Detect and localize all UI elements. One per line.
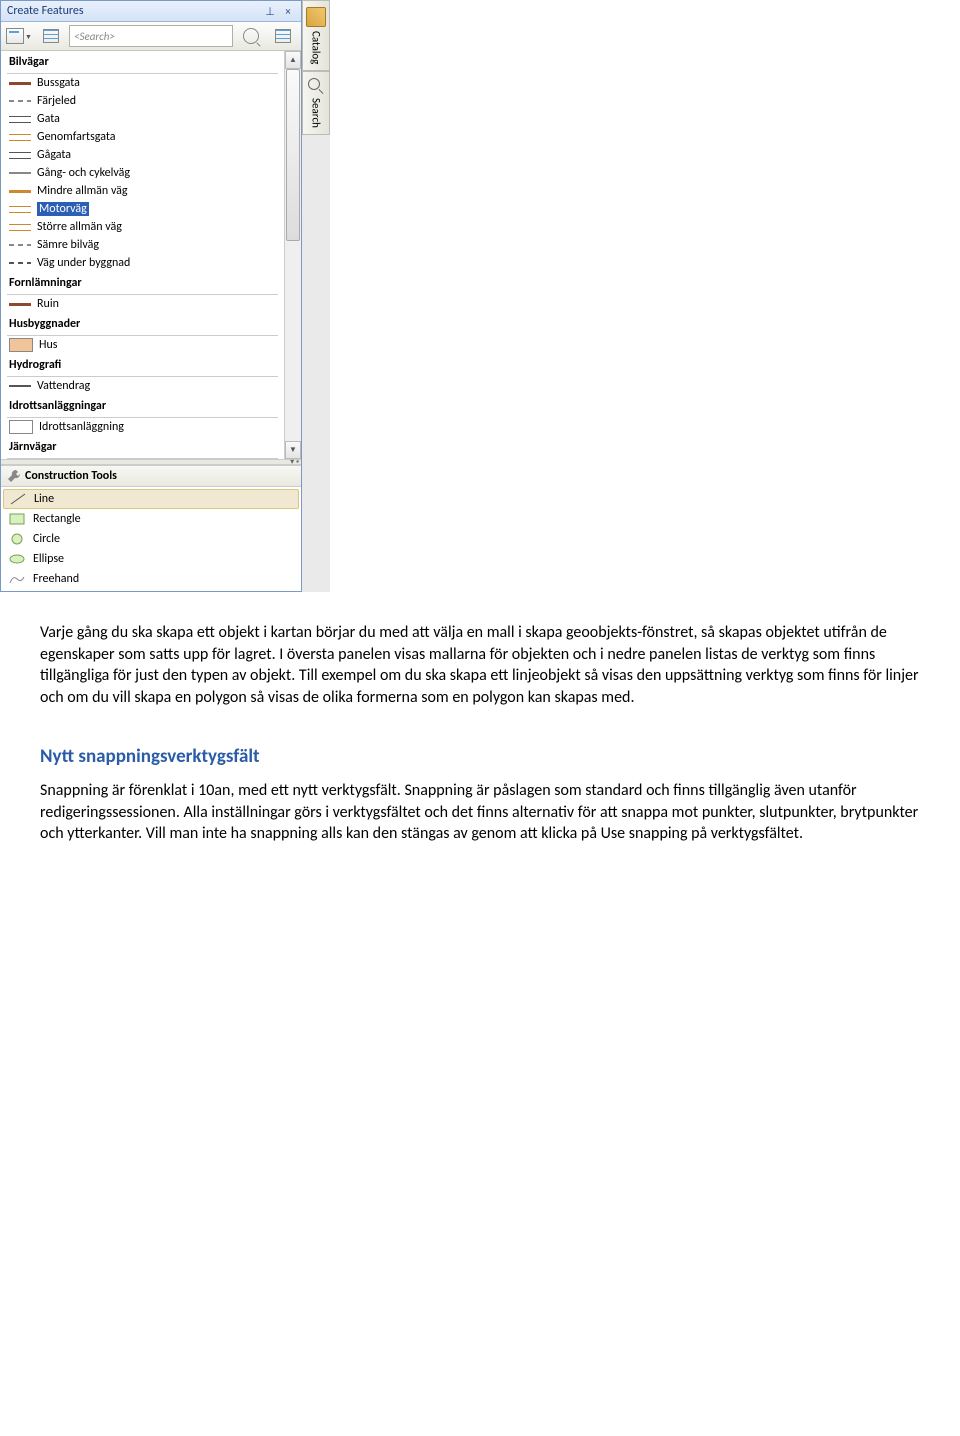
group-jarnvagar: Järnvägar xyxy=(1,436,284,458)
line-swatch-icon xyxy=(9,82,31,85)
line-swatch-icon xyxy=(9,206,31,213)
tool-rectangle[interactable]: Rectangle xyxy=(1,509,301,529)
line-swatch-icon xyxy=(9,116,31,123)
panel-titlebar: Create Features ⊥ × xyxy=(1,1,301,22)
template-item[interactable]: Större allmän väg xyxy=(1,218,284,236)
template-item-selected[interactable]: Motorväg xyxy=(1,200,284,218)
line-swatch-icon xyxy=(9,224,31,231)
line-swatch-icon xyxy=(9,100,31,102)
tab-search[interactable]: Search xyxy=(302,71,330,135)
template-item[interactable]: Gång- och cykelväg xyxy=(1,164,284,182)
scroll-up-button[interactable]: ▲ xyxy=(285,51,301,69)
template-item[interactable]: Ruin xyxy=(1,295,284,313)
template-list-content[interactable]: Bilvägar Bussgata Färjeled Gata Genomfar… xyxy=(1,51,284,459)
document-body: Varje gång du ska skapa ett objekt i kar… xyxy=(0,592,960,875)
scrollbar[interactable]: ▲ ▼ xyxy=(284,51,301,459)
template-item[interactable]: Färjeled xyxy=(1,92,284,110)
tool-circle[interactable]: Circle xyxy=(1,529,301,549)
tool-ellipse[interactable]: Ellipse xyxy=(1,549,301,569)
templates-filter-button[interactable]: ▼ xyxy=(5,24,33,48)
tool-freehand[interactable]: Freehand xyxy=(1,569,301,589)
line-tool-icon xyxy=(10,493,26,505)
line-swatch-icon xyxy=(9,152,31,159)
group-fornlamningar: Fornlämningar xyxy=(1,272,284,294)
construction-tools-label: Construction Tools xyxy=(25,469,117,483)
template-item[interactable]: Sämre bilväg xyxy=(1,236,284,254)
template-item[interactable]: Mindre allmän väg xyxy=(1,182,284,200)
line-swatch-icon xyxy=(9,244,31,246)
pin-icon[interactable]: ⊥ xyxy=(263,4,277,18)
rectangle-tool-icon xyxy=(9,513,25,525)
tool-line[interactable]: Line xyxy=(3,489,299,509)
line-swatch-icon xyxy=(9,262,31,264)
organize-templates-button[interactable] xyxy=(269,24,297,48)
search-go-button[interactable] xyxy=(237,24,265,48)
catalog-icon xyxy=(306,7,326,27)
template-item[interactable]: Idrottsanläggning xyxy=(1,418,284,436)
template-item[interactable]: Väg under byggnad xyxy=(1,254,284,272)
group-hydrografi: Hydrografi xyxy=(1,354,284,376)
construction-tools-list: Line Rectangle Circle Ellipse Freehand xyxy=(1,487,301,591)
divider xyxy=(7,458,278,459)
line-swatch-icon xyxy=(9,190,31,193)
scroll-track[interactable] xyxy=(285,69,301,441)
wrench-icon xyxy=(7,469,21,483)
paragraph: Varje gång du ska skapa ett objekt i kar… xyxy=(40,622,920,708)
panel-title: Create Features xyxy=(7,4,259,18)
group-bilvagar: Bilvägar xyxy=(1,51,284,73)
line-swatch-icon xyxy=(9,303,31,306)
construction-tools-header: Construction Tools xyxy=(1,465,301,487)
scroll-down-button[interactable]: ▼ xyxy=(285,441,301,459)
line-swatch-icon xyxy=(9,134,31,141)
template-list: Bilvägar Bussgata Färjeled Gata Genomfar… xyxy=(1,51,301,459)
template-item[interactable]: Genomfartsgata xyxy=(1,128,284,146)
template-item[interactable]: Gågata xyxy=(1,146,284,164)
scroll-thumb[interactable] xyxy=(286,69,300,241)
docked-tabs: Catalog Search xyxy=(302,0,330,592)
circle-tool-icon xyxy=(9,533,25,545)
ellipse-tool-icon xyxy=(9,553,25,565)
freehand-tool-icon xyxy=(9,573,25,585)
group-husbyggnader: Husbyggnader xyxy=(1,313,284,335)
panel-toolbar: ▼ <Search> xyxy=(1,22,301,51)
search-icon xyxy=(308,78,324,94)
line-swatch-icon xyxy=(9,385,31,387)
tab-catalog[interactable]: Catalog xyxy=(302,0,330,71)
template-item[interactable]: Vattendrag xyxy=(1,377,284,395)
line-swatch-icon xyxy=(9,172,31,174)
search-placeholder: <Search> xyxy=(74,30,115,43)
create-features-panel: Create Features ⊥ × ▼ <Search> Bilvägar … xyxy=(0,0,302,592)
template-item[interactable]: Gata xyxy=(1,110,284,128)
search-input[interactable]: <Search> xyxy=(69,25,233,47)
group-idrott: Idrottsanläggningar xyxy=(1,395,284,417)
template-item[interactable]: Bussgata xyxy=(1,74,284,92)
close-icon[interactable]: × xyxy=(281,4,295,18)
paragraph: Snappning är förenklat i 10an, med ett n… xyxy=(40,780,920,845)
group-by-button[interactable] xyxy=(37,24,65,48)
heading-snapping: Nytt snappningsverktygsfält xyxy=(40,744,920,770)
polygon-swatch-icon xyxy=(9,338,33,352)
polygon-swatch-icon xyxy=(9,420,33,434)
template-item[interactable]: Hus xyxy=(1,336,284,354)
